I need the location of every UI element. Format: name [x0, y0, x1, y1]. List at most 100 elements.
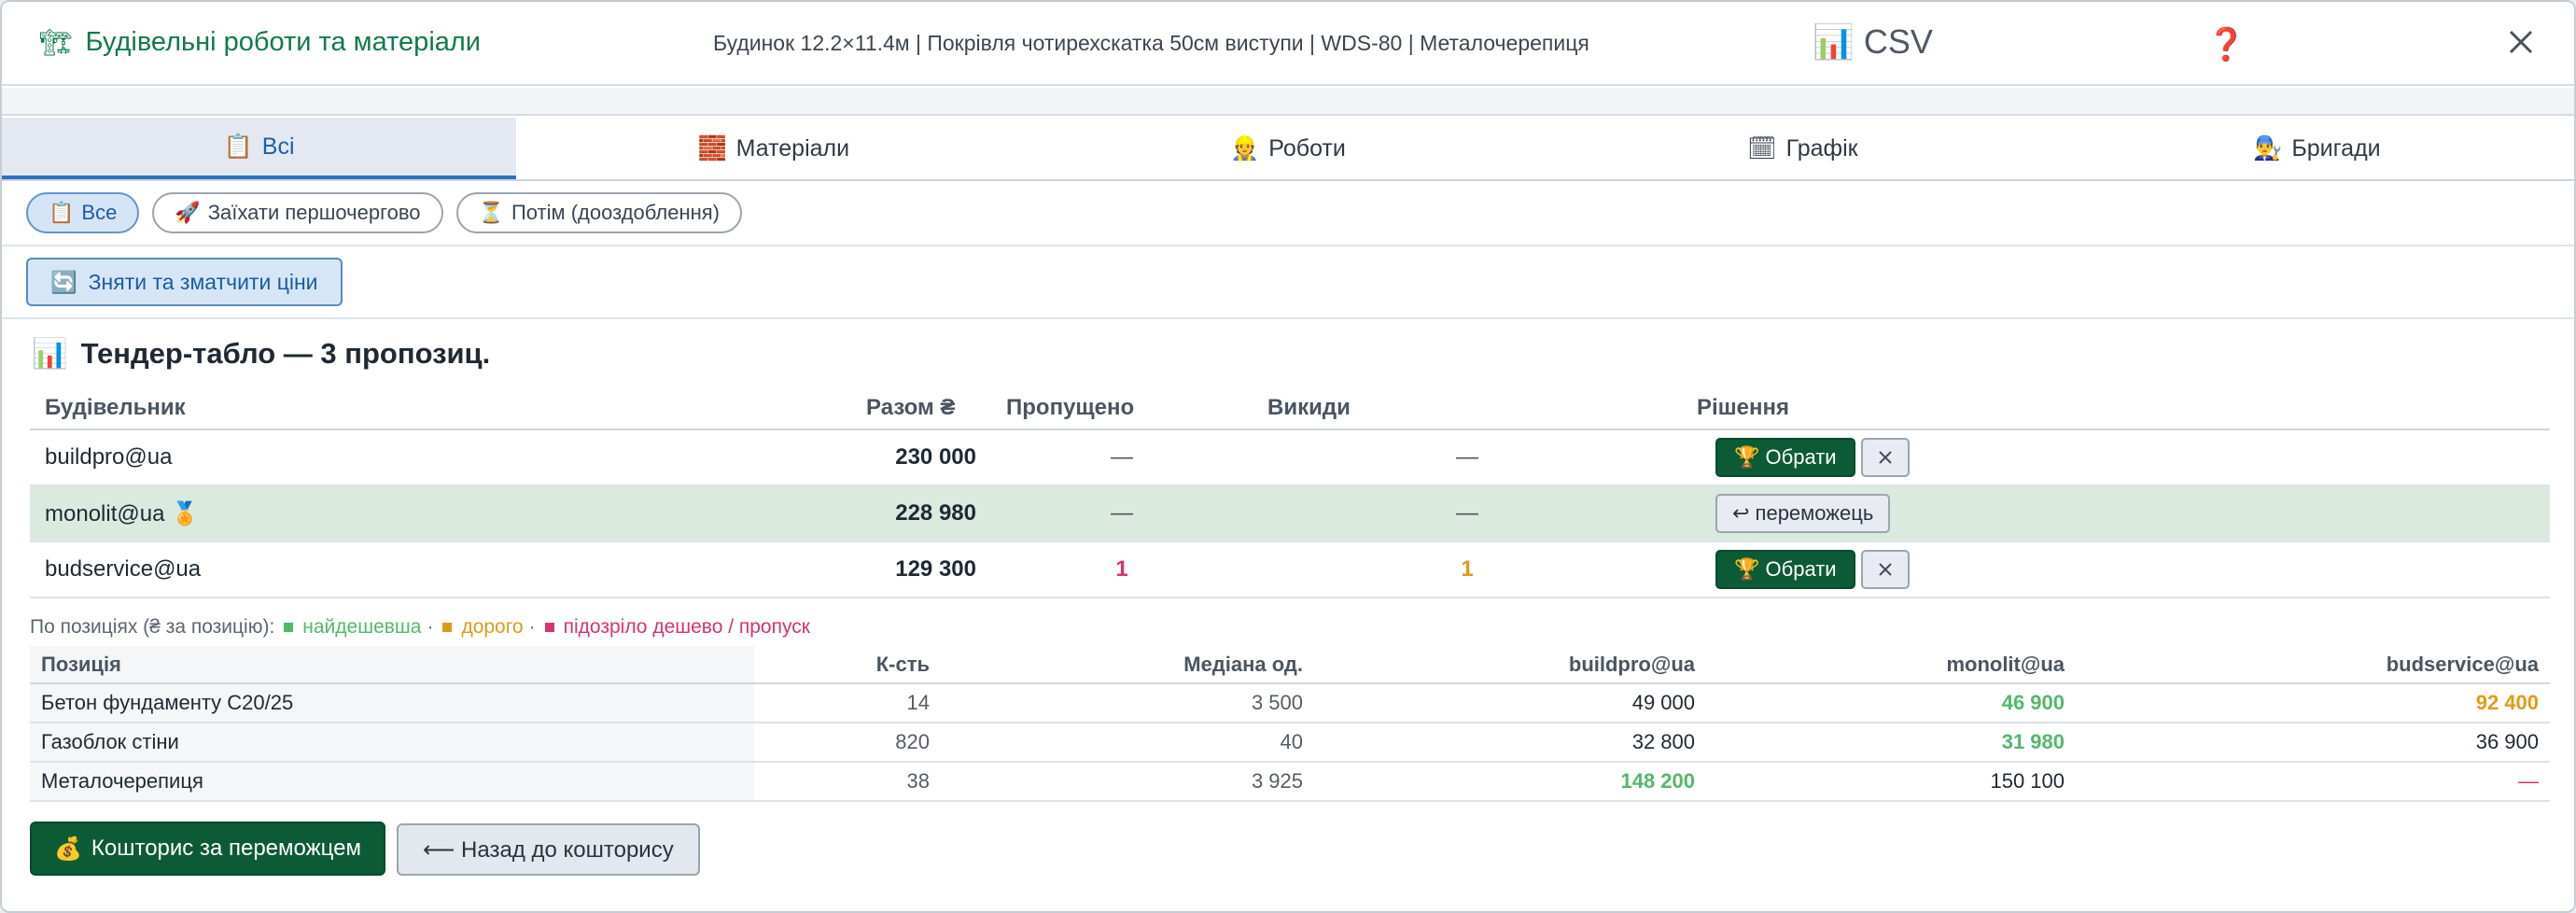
- builder-skipped: —: [991, 485, 1253, 542]
- col-budservice: budservice@ua: [2076, 646, 2550, 684]
- decision-cell: 🏆 Обрати: [1682, 541, 2550, 598]
- fetch-prices-button[interactable]: 🔄 Зняти та зматчити ціни: [26, 258, 343, 306]
- builder-name: monolit@ua: [45, 500, 165, 527]
- dialog-title: 🏗 Будівельні роботи та матеріали: [39, 27, 481, 58]
- filter-later[interactable]: ⏳ Потім (дооздоблення): [455, 192, 742, 233]
- dialog-header: 🏗 Будівельні роботи та матеріали Будинок…: [2, 2, 2574, 86]
- price-budservice: 36 900: [2076, 723, 2550, 763]
- tab-label: Графік: [1785, 134, 1858, 162]
- filter-label: Все: [81, 201, 118, 224]
- filter-label: Потім (дооздоблення): [511, 201, 720, 224]
- filter-label: Заїхати першочергово: [207, 201, 421, 224]
- tender-table: Будівельник Разом ₴ Пропущено Викиди Ріш…: [30, 386, 2550, 598]
- price-buildpro: 148 200: [1314, 762, 1706, 802]
- col-outliers: Викиди: [1253, 386, 1682, 430]
- builder-name: buildpro@ua: [30, 429, 851, 486]
- close-icon: [1878, 451, 1892, 464]
- bottom-actions: 💰 Кошторис за переможцем ⟵ Назад до кошт…: [30, 822, 700, 876]
- tab-all[interactable]: 📋 Всі: [2, 118, 517, 179]
- builder-total: 230 000: [851, 429, 991, 486]
- col-skipped: Пропущено: [991, 386, 1253, 430]
- legend-separator: ·: [427, 616, 434, 638]
- position-median: 40: [941, 723, 1314, 763]
- price-legend: По позиціях (₴ за позицію): найдешевша ·…: [30, 616, 810, 639]
- price-buildpro: 49 000: [1314, 683, 1706, 723]
- col-qty: К-сть: [754, 646, 941, 684]
- filter-all[interactable]: 📋 Все: [26, 192, 140, 233]
- col-buildpro: buildpro@ua: [1314, 646, 1706, 684]
- reject-button[interactable]: [1860, 438, 1910, 477]
- header-spacer: [2, 88, 2574, 116]
- price-monolit: 150 100: [1706, 762, 2076, 802]
- tab-materials[interactable]: 🧱 Матеріали: [516, 118, 1030, 179]
- divider: [2, 317, 2574, 319]
- tab-schedule[interactable]: 🗓 Графік: [1546, 118, 2060, 179]
- tab-crews[interactable]: 👨‍🔧 Бригади: [2060, 118, 2574, 179]
- price-monolit: 46 900: [1706, 683, 2076, 723]
- tender-header-row: Будівельник Разом ₴ Пропущено Викиди Ріш…: [30, 386, 2550, 430]
- col-monolit: monolit@ua: [1706, 646, 2076, 684]
- csv-export-button[interactable]: 📊 CSV: [1813, 22, 1933, 62]
- csv-label: CSV: [1863, 22, 1933, 61]
- choose-winner-button[interactable]: 🏆 Обрати: [1715, 550, 1855, 589]
- project-summary: Будинок 12.2×11.4м | Покрівля чотирехска…: [713, 31, 1589, 55]
- price-monolit: 31 980: [1706, 723, 2076, 763]
- col-builder: Будівельник: [30, 386, 851, 430]
- rocket-icon: 🚀: [175, 201, 201, 224]
- tab-label: Всі: [261, 133, 295, 160]
- position-median: 3 925: [941, 762, 1314, 802]
- dialog-title-text: Будівельні роботи та матеріали: [85, 27, 482, 57]
- close-icon[interactable]: [2503, 24, 2539, 60]
- builder-total: 228 980: [851, 485, 991, 542]
- price-buildpro: 32 800: [1314, 723, 1706, 763]
- position-qty: 820: [754, 723, 941, 763]
- clipboard-icon: 📋: [223, 133, 253, 160]
- position-qty: 14: [754, 683, 941, 723]
- winner-medal-icon: 🏅: [171, 500, 199, 527]
- filter-pills: 📋 Все 🚀 Заїхати першочергово ⏳ Потім (до…: [26, 192, 742, 233]
- fetch-prices-label: Зняти та зматчити ціни: [88, 269, 318, 294]
- table-row: buildpro@ua 230 000 — — 🏆 Обрати: [30, 429, 2550, 486]
- refresh-icon: 🔄: [50, 269, 77, 294]
- tab-label: Матеріали: [735, 134, 850, 162]
- tender-title: 📊 Тендер-табло — 3 пропозиц.: [32, 336, 490, 371]
- price-budservice: —: [2076, 762, 2550, 802]
- legend-swatch-cheapest: [284, 623, 294, 632]
- bar-chart-icon: 📊: [1813, 22, 1855, 61]
- col-decision: Рішення: [1682, 386, 2550, 430]
- table-row: Металочерепиця 38 3 925 148 200 150 100 …: [30, 762, 2550, 802]
- legend-cheapest: найдешевша: [302, 616, 422, 638]
- legend-expensive: дорого: [461, 616, 524, 638]
- calendar-icon: 🗓: [1746, 134, 1777, 162]
- builder-outliers: —: [1253, 485, 1682, 542]
- price-budservice: 92 400: [2076, 683, 2550, 723]
- undo-winner-button[interactable]: ↩ переможець: [1715, 494, 1891, 533]
- divider: [2, 245, 2574, 246]
- clipboard-icon: 📋: [49, 201, 75, 224]
- choose-winner-button[interactable]: 🏆 Обрати: [1715, 438, 1855, 477]
- tender-title-text: Тендер-табло — 3 пропозиц.: [80, 336, 491, 370]
- main-tabs: 📋 Всі 🧱 Матеріали 👷 Роботи 🗓 Графік 👨‍🔧 …: [2, 118, 2574, 181]
- col-position: Позиція: [30, 646, 754, 684]
- builder-total: 129 300: [851, 541, 991, 598]
- builder-outliers: —: [1253, 429, 1682, 486]
- mechanic-icon: 👨‍🔧: [2253, 134, 2283, 162]
- brick-icon: 🧱: [697, 134, 727, 162]
- decision-cell: ↩ переможець: [1682, 485, 2550, 542]
- back-to-estimate-button[interactable]: ⟵ Назад до кошторису: [396, 823, 700, 876]
- winner-estimate-label: Кошторис за переможцем: [91, 836, 361, 861]
- worker-icon: 👷: [1230, 134, 1260, 162]
- money-bag-icon: 💰: [54, 836, 82, 862]
- filter-priority[interactable]: 🚀 Заїхати першочергово: [152, 192, 443, 233]
- tab-label: Бригади: [2291, 134, 2381, 162]
- tab-works[interactable]: 👷 Роботи: [1030, 118, 1545, 179]
- winner-estimate-button[interactable]: 💰 Кошторис за переможцем: [30, 822, 385, 876]
- reject-button[interactable]: [1860, 550, 1910, 589]
- help-icon[interactable]: ❓: [2206, 26, 2246, 63]
- builder-outliers: 1: [1253, 541, 1682, 598]
- position-name: Бетон фундаменту C20/25: [30, 683, 754, 723]
- bar-chart-icon: 📊: [32, 337, 68, 370]
- position-median: 3 500: [941, 683, 1314, 723]
- position-qty: 38: [754, 762, 941, 802]
- positions-table: Позиція К-сть Медіана од. buildpro@ua mo…: [30, 646, 2550, 802]
